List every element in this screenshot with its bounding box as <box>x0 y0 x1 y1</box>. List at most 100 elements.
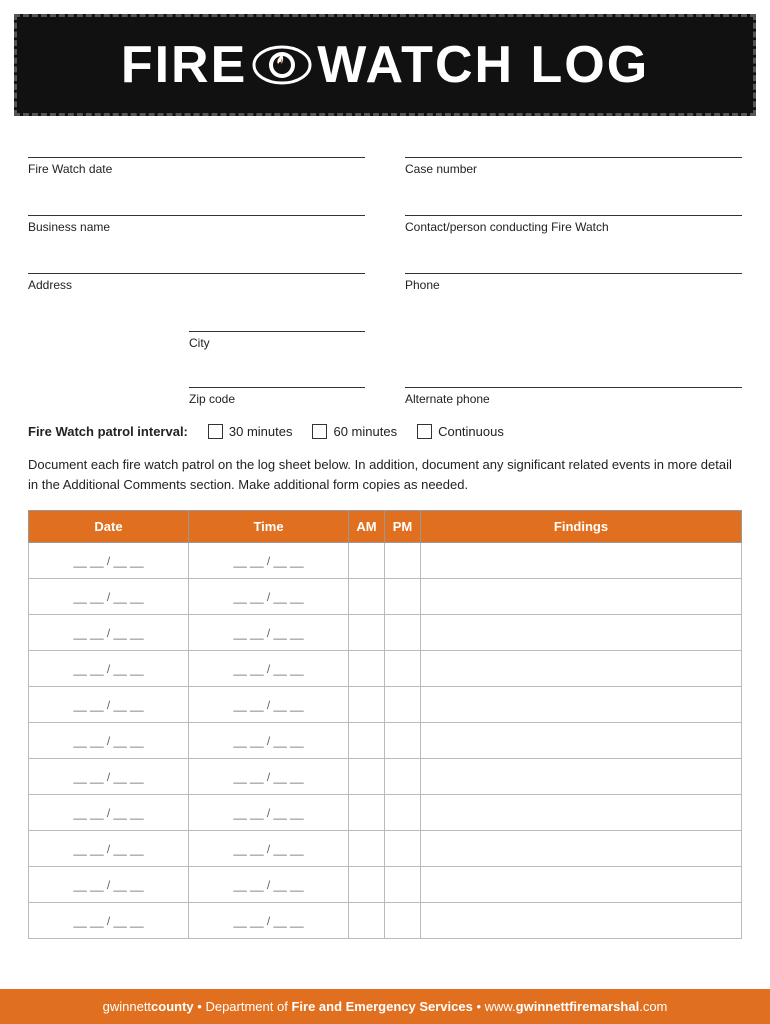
cell-pm-8[interactable] <box>385 831 421 867</box>
cell-time-3[interactable]: __ __ / __ __ <box>189 651 349 687</box>
cell-date-3[interactable]: __ __ / __ __ <box>29 651 189 687</box>
cell-am-1[interactable] <box>349 579 385 615</box>
footer-gwinnett: gwinnettcounty • Department of Fire and … <box>103 999 668 1014</box>
checkbox-continuous[interactable]: Continuous <box>417 424 504 439</box>
cell-time-7[interactable]: __ __ / __ __ <box>189 795 349 831</box>
cell-findings-10[interactable] <box>421 903 742 939</box>
cell-findings-5[interactable] <box>421 723 742 759</box>
cell-pm-5[interactable] <box>385 723 421 759</box>
city-label: City <box>189 336 365 350</box>
checkbox-30min[interactable]: 30 minutes <box>208 424 293 439</box>
col-header-pm: PM <box>385 511 421 543</box>
alt-phone-input[interactable] <box>405 366 742 388</box>
checkbox-continuous-box[interactable] <box>417 424 432 439</box>
checkbox-60min[interactable]: 60 minutes <box>312 424 397 439</box>
cell-time-10[interactable]: __ __ / __ __ <box>189 903 349 939</box>
cell-time-6[interactable]: __ __ / __ __ <box>189 759 349 795</box>
cell-time-0[interactable]: __ __ / __ __ <box>189 543 349 579</box>
cell-time-2[interactable]: __ __ / __ __ <box>189 615 349 651</box>
cell-am-5[interactable] <box>349 723 385 759</box>
cell-date-7[interactable]: __ __ / __ __ <box>29 795 189 831</box>
row-city-zip-altphone: City Zip code Alternate phone <box>28 310 742 406</box>
cell-date-1[interactable]: __ __ / __ __ <box>29 579 189 615</box>
row-business-contact: Business name Contact/person conducting … <box>28 194 742 234</box>
cell-findings-7[interactable] <box>421 795 742 831</box>
field-zip: Zip code <box>189 366 365 406</box>
footer-county-text: county <box>151 999 194 1014</box>
fire-watch-date-input[interactable] <box>28 136 365 158</box>
footer-dept-text: Department of <box>205 999 291 1014</box>
cell-findings-6[interactable] <box>421 759 742 795</box>
footer-www: www. <box>485 999 516 1014</box>
cell-date-5[interactable]: __ __ / __ __ <box>29 723 189 759</box>
field-contact: Contact/person conducting Fire Watch <box>405 194 742 234</box>
header-watch-log-text: WATCH LOG <box>317 35 649 95</box>
table-row: __ __ / __ __ __ __ / __ __ <box>29 759 742 795</box>
field-business-name: Business name <box>28 194 365 234</box>
col-header-time: Time <box>189 511 349 543</box>
cell-am-0[interactable] <box>349 543 385 579</box>
zip-input[interactable] <box>189 366 365 388</box>
table-row: __ __ / __ __ __ __ / __ __ <box>29 795 742 831</box>
field-fire-watch-date: Fire Watch date <box>28 136 365 176</box>
city-input[interactable] <box>189 310 365 332</box>
cell-date-6[interactable]: __ __ / __ __ <box>29 759 189 795</box>
table-row: __ __ / __ __ __ __ / __ __ <box>29 867 742 903</box>
cell-date-4[interactable]: __ __ / __ __ <box>29 687 189 723</box>
checkbox-30min-box[interactable] <box>208 424 223 439</box>
footer-gwinnett-text: gwinnett <box>103 999 151 1014</box>
footer-domain-end: .com <box>639 999 667 1014</box>
cell-date-9[interactable]: __ __ / __ __ <box>29 867 189 903</box>
address-input[interactable] <box>28 252 365 274</box>
checkbox-60min-box[interactable] <box>312 424 327 439</box>
cell-date-10[interactable]: __ __ / __ __ <box>29 903 189 939</box>
field-city-zip-group: City Zip code <box>28 310 365 406</box>
instructions-text: Document each fire watch patrol on the l… <box>28 455 742 494</box>
cell-findings-0[interactable] <box>421 543 742 579</box>
cell-am-2[interactable] <box>349 615 385 651</box>
contact-input[interactable] <box>405 194 742 216</box>
cell-pm-4[interactable] <box>385 687 421 723</box>
cell-am-6[interactable] <box>349 759 385 795</box>
cell-time-4[interactable]: __ __ / __ __ <box>189 687 349 723</box>
cell-time-8[interactable]: __ __ / __ __ <box>189 831 349 867</box>
cell-pm-0[interactable] <box>385 543 421 579</box>
cell-pm-2[interactable] <box>385 615 421 651</box>
cell-am-10[interactable] <box>349 903 385 939</box>
cell-pm-10[interactable] <box>385 903 421 939</box>
cell-findings-8[interactable] <box>421 831 742 867</box>
cell-findings-2[interactable] <box>421 615 742 651</box>
cell-findings-9[interactable] <box>421 867 742 903</box>
col-header-date: Date <box>29 511 189 543</box>
address-label: Address <box>28 278 365 292</box>
cell-am-7[interactable] <box>349 795 385 831</box>
cell-pm-7[interactable] <box>385 795 421 831</box>
cell-time-1[interactable]: __ __ / __ __ <box>189 579 349 615</box>
cell-date-8[interactable]: __ __ / __ __ <box>29 831 189 867</box>
cell-am-8[interactable] <box>349 831 385 867</box>
cell-findings-3[interactable] <box>421 651 742 687</box>
cell-pm-1[interactable] <box>385 579 421 615</box>
col-header-findings: Findings <box>421 511 742 543</box>
cell-am-3[interactable] <box>349 651 385 687</box>
field-phone: Phone <box>405 252 742 292</box>
cell-am-4[interactable] <box>349 687 385 723</box>
cell-date-0[interactable]: __ __ / __ __ <box>29 543 189 579</box>
cell-pm-9[interactable] <box>385 867 421 903</box>
business-name-label: Business name <box>28 220 365 234</box>
cell-date-2[interactable]: __ __ / __ __ <box>29 615 189 651</box>
case-number-input[interactable] <box>405 136 742 158</box>
cell-findings-1[interactable] <box>421 579 742 615</box>
contact-label: Contact/person conducting Fire Watch <box>405 220 742 234</box>
phone-input[interactable] <box>405 252 742 274</box>
table-row: __ __ / __ __ __ __ / __ __ <box>29 687 742 723</box>
cell-am-9[interactable] <box>349 867 385 903</box>
fire-watch-date-label: Fire Watch date <box>28 162 365 176</box>
table-row: __ __ / __ __ __ __ / __ __ <box>29 651 742 687</box>
cell-time-5[interactable]: __ __ / __ __ <box>189 723 349 759</box>
cell-findings-4[interactable] <box>421 687 742 723</box>
business-name-input[interactable] <box>28 194 365 216</box>
cell-time-9[interactable]: __ __ / __ __ <box>189 867 349 903</box>
cell-pm-6[interactable] <box>385 759 421 795</box>
cell-pm-3[interactable] <box>385 651 421 687</box>
